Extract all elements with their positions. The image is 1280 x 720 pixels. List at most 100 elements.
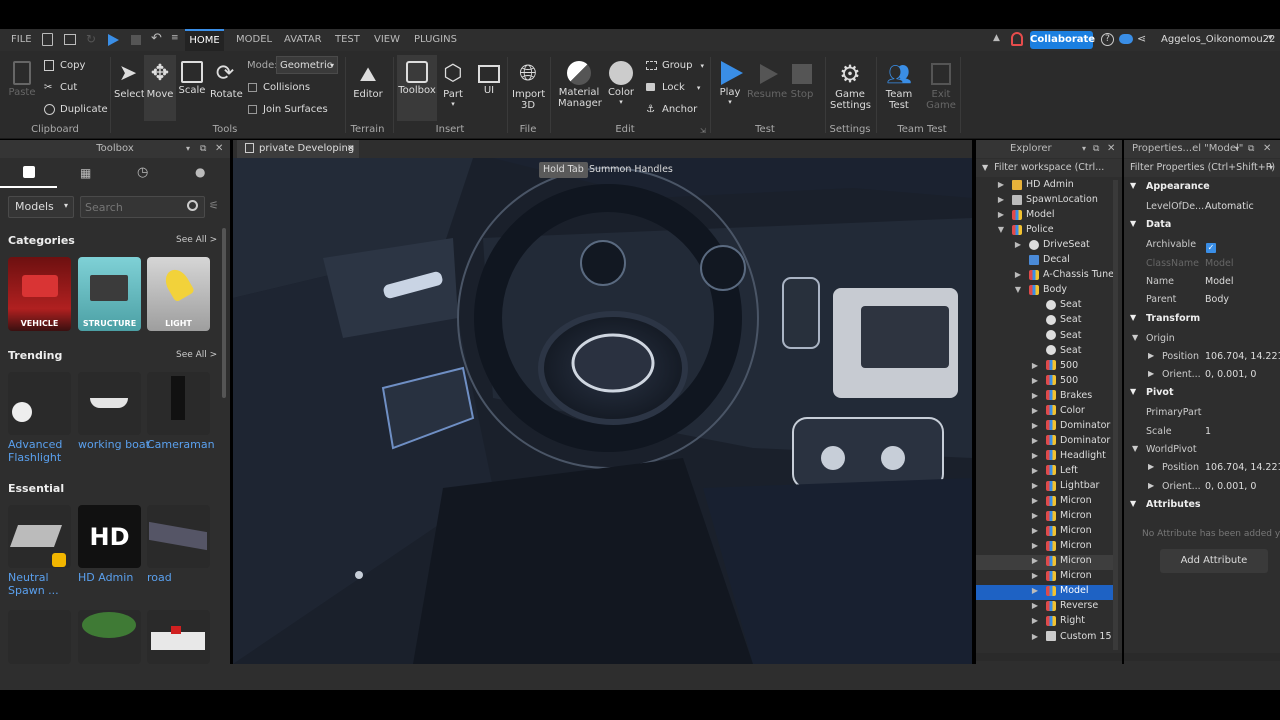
collapsed-arrow-icon[interactable]: ▶ [1148, 462, 1154, 471]
new-file-icon[interactable] [42, 33, 53, 46]
search-input[interactable] [85, 199, 180, 215]
archivable-checkbox[interactable]: ✓ [1206, 243, 1216, 254]
property-orient-[interactable]: ▶ Orient... 0, 0.001, 0 [1124, 481, 1280, 499]
tab-avatar[interactable]: AVATAR [284, 29, 322, 51]
join-surfaces-toggle[interactable]: Join Surfaces [248, 101, 328, 119]
close-icon[interactable]: ✕ [1107, 140, 1115, 158]
undock-icon[interactable]: ⧉ [1248, 140, 1254, 158]
explorer-item-brakes[interactable]: ▶ Brakes [976, 390, 1114, 405]
group-button[interactable]: Group ▾ [646, 57, 704, 75]
collapsed-arrow-icon[interactable]: ▶ [1013, 270, 1023, 279]
asset-thumb-hd-admin[interactable]: HD [78, 505, 141, 568]
expanded-arrow-icon[interactable]: ▼ [996, 225, 1006, 234]
collapsed-arrow-icon[interactable]: ▶ [1030, 556, 1040, 565]
explorer-item-500[interactable]: ▶ 500 [976, 375, 1114, 390]
section-arrow-icon[interactable]: ▼ [1130, 387, 1136, 396]
explorer-item-seat[interactable]: Seat [976, 330, 1114, 345]
collapsed-arrow-icon[interactable]: ▶ [1030, 406, 1040, 415]
expanded-arrow-icon[interactable]: ▼ [1132, 444, 1138, 453]
section-arrow-icon[interactable]: ▼ [1130, 219, 1136, 228]
username[interactable]: Aggelos_Oikonomou22 [1161, 34, 1275, 45]
collapsed-arrow-icon[interactable]: ▶ [1013, 240, 1023, 249]
material-manager-button[interactable]: Material Manager [558, 61, 602, 109]
share-icon[interactable]: ⋖ [1137, 32, 1146, 45]
viewport-3d[interactable]: private Developing ✕ Hold Tab Summon Han… [233, 140, 972, 664]
explorer-item-model[interactable]: ▶ Model [976, 209, 1114, 224]
collapsed-arrow-icon[interactable]: ▶ [1148, 481, 1154, 490]
paste-button[interactable]: Paste [8, 61, 36, 98]
play-button[interactable]: Play ▾ [714, 61, 746, 106]
property-pivot[interactable]: ▼ Pivot [1124, 387, 1280, 405]
property-worldpivot[interactable]: ▼ WorldPivot [1124, 444, 1280, 462]
tab-recent[interactable]: ◷ [114, 158, 171, 188]
collapsed-arrow-icon[interactable]: ▶ [1030, 511, 1040, 520]
asset-thumb-restaurant[interactable] [147, 610, 210, 664]
notification-bell-icon[interactable] [1011, 32, 1023, 46]
collapsed-arrow-icon[interactable]: ▶ [1030, 496, 1040, 505]
property-primarypart[interactable]: PrimaryPart [1124, 407, 1280, 425]
explorer-item-body[interactable]: ▼ Body [976, 284, 1114, 299]
asset-working-boat[interactable]: working boat [78, 438, 150, 451]
collapsed-arrow-icon[interactable]: ▶ [1030, 541, 1040, 550]
explorer-item-micron[interactable]: ▶ Micron [976, 525, 1114, 540]
explorer-item-police[interactable]: ▼ Police [976, 224, 1114, 239]
properties-horizontal-scrollbar[interactable] [1124, 653, 1280, 661]
stop-button[interactable]: Stop [788, 61, 816, 100]
game-settings-button[interactable]: ⚙︎ Game Settings [830, 61, 871, 111]
section-arrow-icon[interactable]: ▼ [1130, 313, 1136, 322]
ui-button[interactable]: UI [476, 61, 502, 96]
property-transform[interactable]: ▼ Transform [1124, 313, 1280, 331]
asset-neutral-spawn[interactable]: Neutral Spawn ... [8, 571, 59, 597]
explorer-item-headlight[interactable]: ▶ Headlight [976, 450, 1114, 465]
explorer-item-driveseat[interactable]: ▶ DriveSeat [976, 239, 1114, 254]
explorer-item-hd-admin[interactable]: ▶ HD Admin [976, 179, 1114, 194]
explorer-item-reverse[interactable]: ▶ Reverse [976, 600, 1114, 615]
chevron-down-icon[interactable]: ▾ [1082, 140, 1086, 158]
collapsed-arrow-icon[interactable]: ▶ [1030, 451, 1040, 460]
collapsed-arrow-icon[interactable]: ▶ [996, 195, 1006, 204]
property-appearance[interactable]: ▼ Appearance [1124, 181, 1280, 199]
move-tool[interactable]: ✥ Move [144, 55, 176, 121]
category-dropdown[interactable]: Models ▾ [8, 196, 74, 218]
copy-button[interactable]: Copy [44, 57, 85, 75]
collapsed-arrow-icon[interactable]: ▶ [1030, 391, 1040, 400]
property-levelofde-[interactable]: LevelOfDe... Automatic [1124, 201, 1280, 219]
tab-model[interactable]: MODEL [236, 29, 272, 51]
undock-icon[interactable]: ⧉ [1093, 140, 1099, 158]
menu-more-icon[interactable]: ≡ [171, 33, 179, 43]
explorer-item-model[interactable]: ▶ Model [976, 585, 1114, 601]
explorer-item-left[interactable]: ▶ Left [976, 465, 1114, 480]
collaborate-button[interactable]: Collaborate [1030, 31, 1095, 49]
toolbox-button[interactable]: Toolbox [397, 55, 437, 121]
explorer-item-spawnlocation[interactable]: ▶ SpawnLocation [976, 194, 1114, 209]
color-button[interactable]: Color ▾ [606, 61, 636, 106]
lock-button[interactable]: Lock ▾ [646, 79, 700, 97]
rotate-tool[interactable]: ⟳ Rotate [210, 61, 243, 100]
mode-dropdown[interactable]: Geometric ▾ [276, 56, 338, 74]
explorer-item-micron[interactable]: ▶ Micron [976, 540, 1114, 555]
resume-button[interactable]: Resume [747, 61, 787, 100]
collapsed-arrow-icon[interactable]: ▶ [1030, 632, 1040, 641]
category-card-structure[interactable]: STRUCTURE [78, 257, 141, 331]
cloud-icon[interactable] [1119, 34, 1133, 44]
property-attributes[interactable]: ▼ Attributes [1124, 499, 1280, 517]
import-3d-button[interactable]: 🌐︎ Import 3D [512, 61, 545, 111]
properties-filter-input[interactable]: Filter Properties (Ctrl+Shift+P) ▾ [1124, 159, 1280, 177]
collapsed-arrow-icon[interactable]: ▶ [1030, 586, 1040, 595]
see-all-categories-link[interactable]: See All > [176, 235, 217, 245]
collapsed-arrow-icon[interactable]: ▶ [1030, 571, 1040, 580]
see-all-trending-link[interactable]: See All > [176, 350, 217, 360]
exit-game-button[interactable]: Exit Game [926, 61, 956, 111]
select-tool[interactable]: ➤ Select [114, 61, 145, 100]
close-icon[interactable]: ✕ [347, 140, 355, 158]
property-archivable[interactable]: Archivable ✓ [1124, 239, 1280, 257]
explorer-item-seat[interactable]: Seat [976, 299, 1114, 314]
tab-view[interactable]: VIEW [374, 29, 400, 51]
scale-tool[interactable]: Scale [178, 61, 206, 96]
search-icon[interactable] [187, 200, 198, 211]
property-classname[interactable]: ClassName Model [1124, 258, 1280, 276]
asset-thumb-cameraman[interactable] [147, 372, 210, 435]
explorer-item-500[interactable]: ▶ 500 [976, 360, 1114, 375]
section-arrow-icon[interactable]: ▼ [1130, 499, 1136, 508]
explorer-item-a-chassis-tune[interactable]: ▶ A-Chassis Tune [976, 269, 1114, 284]
